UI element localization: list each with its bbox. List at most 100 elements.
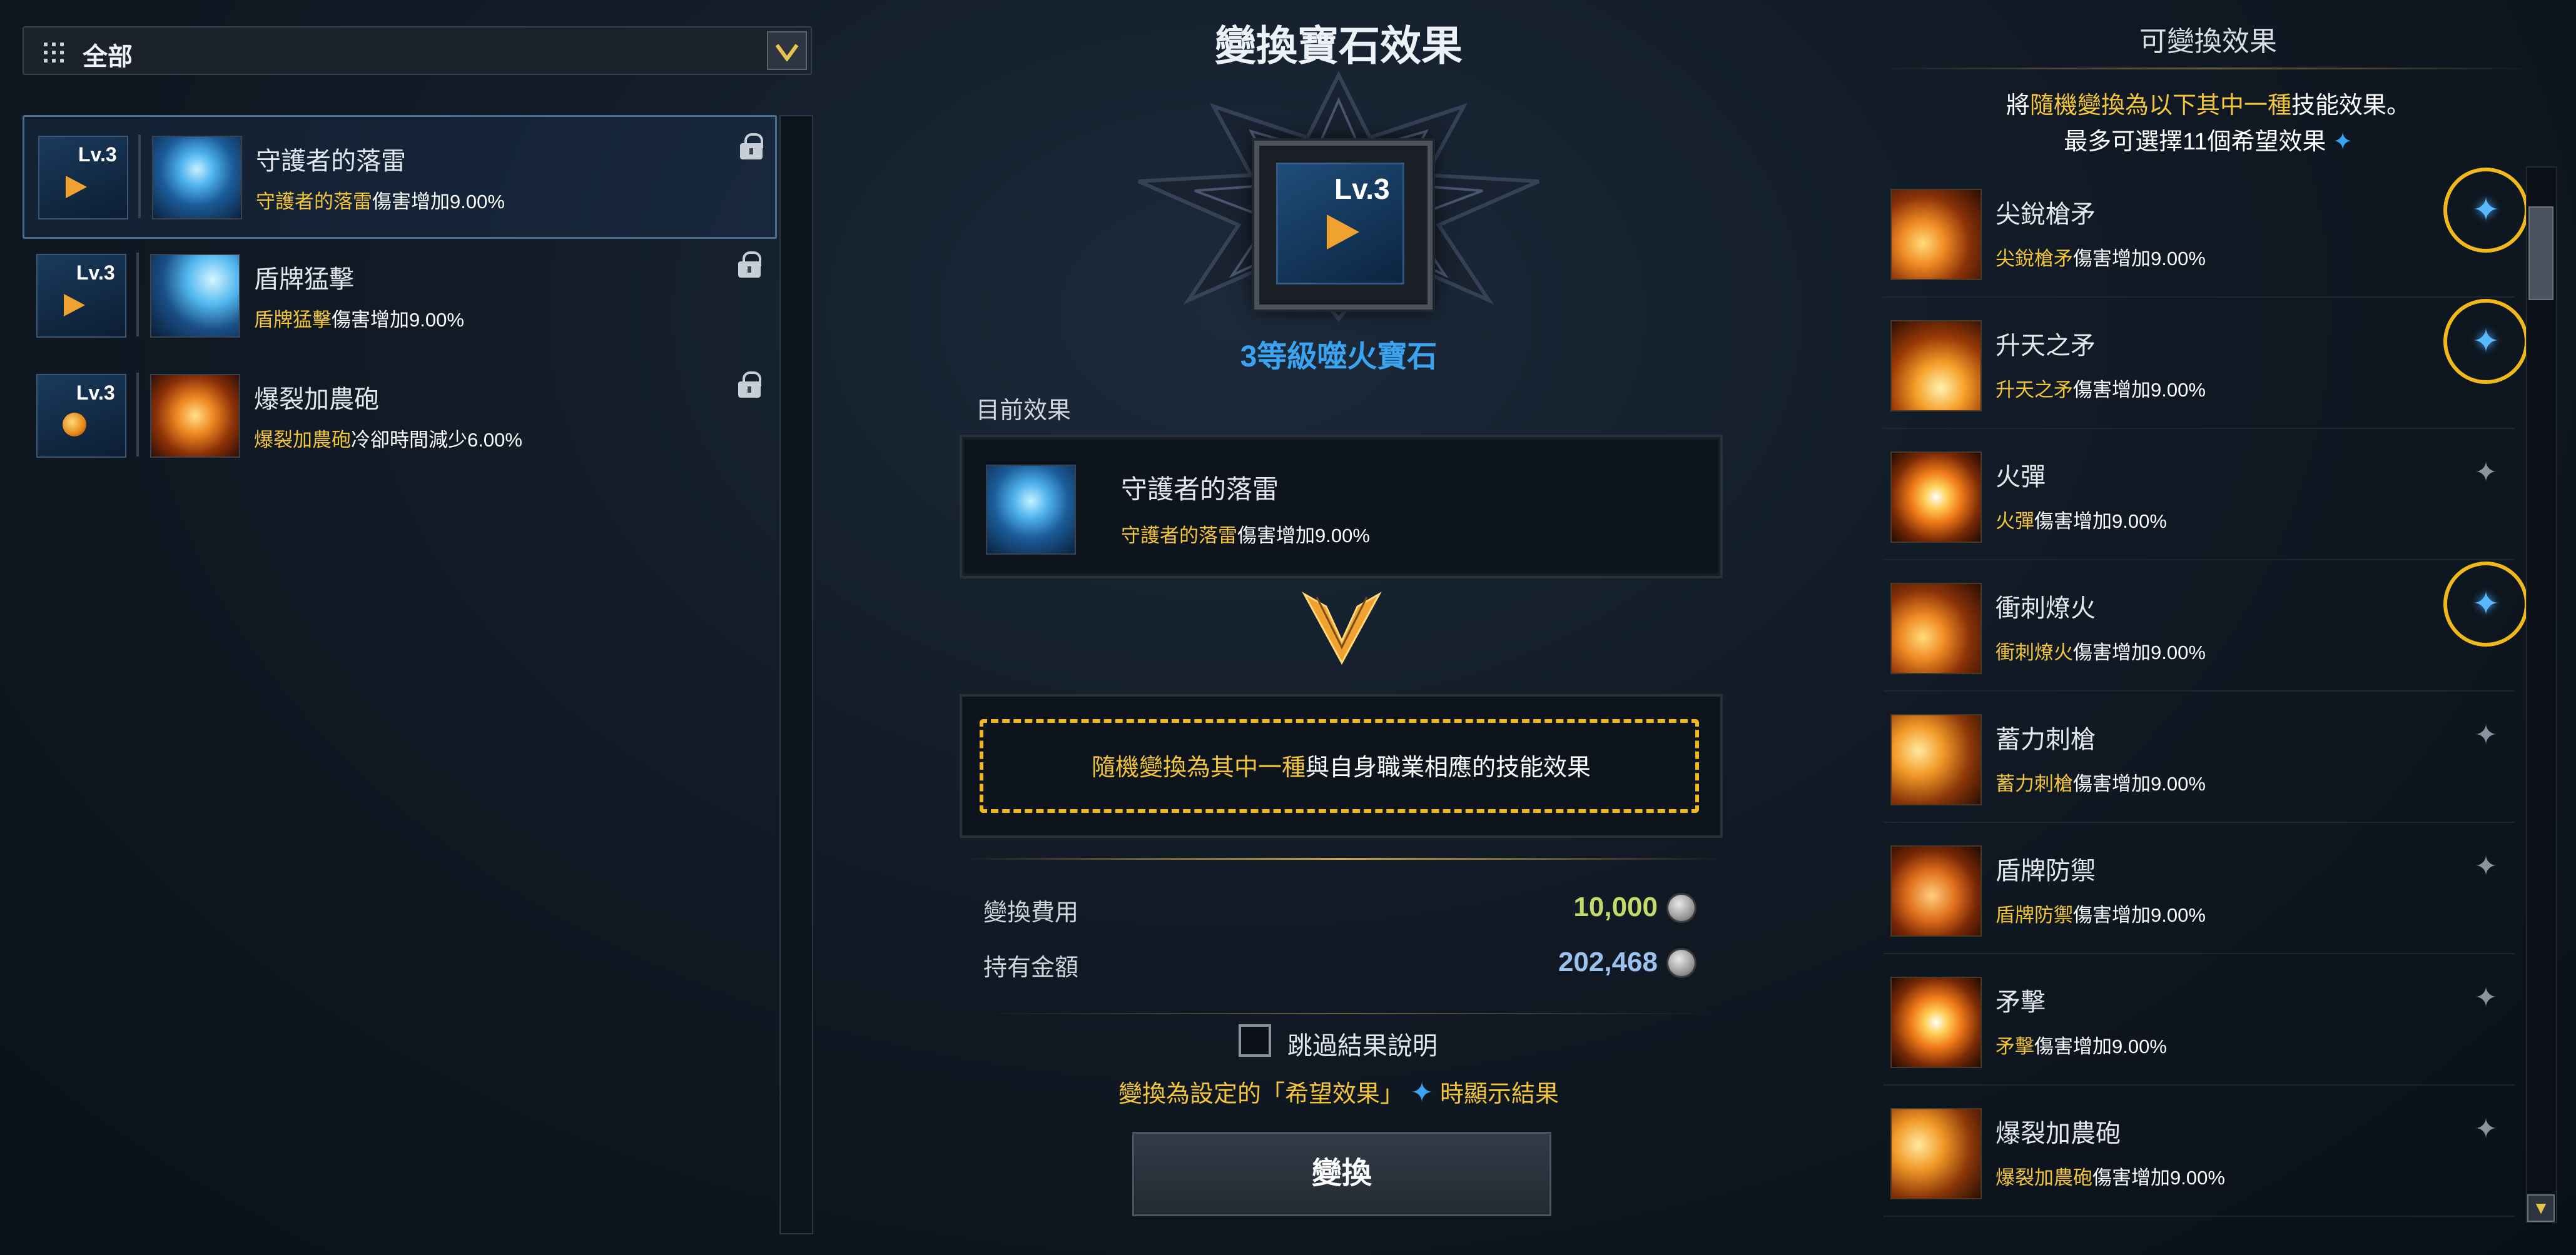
down-arrow-icon	[1302, 592, 1382, 665]
current-skill-desc: 守護者的落雷傷害增加9.00%	[1121, 520, 1370, 548]
gem-list-item[interactable]: Lv.3 爆裂加農砲 爆裂加農砲冷卻時間減少6.00%	[23, 355, 773, 475]
skill-name: 爆裂加農砲	[254, 386, 379, 413]
wish-star-button[interactable]: ✦	[2443, 168, 2528, 253]
effect-list-item[interactable]: 衝刺燎火 衝刺燎火傷害增加9.00% ✦	[1870, 560, 2528, 692]
lock-icon[interactable]	[737, 251, 762, 278]
random-effect-highlight: 隨機變換為其中一種	[1091, 755, 1306, 781]
lock-icon[interactable]	[739, 133, 764, 159]
effect-list-item[interactable]: 升天之矛 升天之矛傷害增加9.00% ✦	[1870, 298, 2528, 429]
current-skill-name: 守護者的落雷	[1121, 475, 1279, 504]
effect-desc-highlight: 蓄力刺槍	[1995, 773, 2073, 795]
wish-star-button[interactable]: ✦	[2460, 1103, 2512, 1156]
wish-star-button[interactable]: ✦	[2443, 562, 2528, 647]
effect-list-item[interactable]: 矛擊 矛擊傷害增加9.00% ✦	[1870, 954, 2527, 1086]
skill-desc-highlight: 爆裂加農砲	[254, 429, 351, 451]
skill-icon	[1890, 583, 1982, 674]
effect-name: 升天之矛	[1995, 332, 2096, 360]
held-amount-label: 持有金額	[983, 955, 1079, 981]
skip-result-checkbox[interactable]	[1239, 1024, 1271, 1057]
skill-desc: 盾牌猛擊傷害增加9.00%	[254, 304, 464, 332]
effect-desc-highlight: 升天之矛	[1995, 379, 2073, 401]
skill-desc-rest: 傷害增加9.00%	[372, 191, 505, 213]
silver-coin-icon	[1666, 948, 1696, 978]
gem-level: Lv.3	[76, 381, 115, 404]
gem-orb-icon	[63, 413, 86, 436]
wish-star-button[interactable]: ✦	[2460, 709, 2512, 762]
effect-desc-highlight: 尖銳槍矛	[1995, 248, 2073, 270]
filter-label: 全部	[83, 43, 133, 71]
wish-star-button[interactable]: ✦	[2460, 972, 2512, 1024]
filter-dropdown[interactable]: 全部	[23, 26, 812, 75]
skill-desc: 爆裂加農砲冷卻時間減少6.00%	[254, 424, 522, 452]
skill-name: 守護者的落雷	[256, 148, 406, 175]
gem-list-item[interactable]: Lv.3 守護者的落雷守護者的落雷傷害增加9.00%	[23, 115, 777, 239]
effect-list-scrollbar[interactable]	[2526, 166, 2557, 1223]
skill-icon	[1890, 977, 1982, 1068]
effect-name: 盾牌防禦	[1995, 857, 2096, 885]
random-effect-text: 隨機變換為其中一種與自身職業相應的技能效果	[962, 748, 1720, 782]
effect-desc-highlight: 火彈	[1995, 510, 2034, 532]
skip-result-label[interactable]: 跳過結果說明	[1287, 1026, 1438, 1062]
intro-suffix: 技能效果。	[2291, 93, 2411, 119]
wish-star-icon: ✦	[2474, 1114, 2498, 1144]
skill-icon	[1890, 189, 1982, 280]
effect-name: 火彈	[1995, 463, 2046, 491]
scroll-down-icon[interactable]: ▼	[2527, 1194, 2555, 1222]
gem-list-item[interactable]: Lv.3 盾牌猛擊 盾牌猛擊傷害增加9.00%	[23, 235, 773, 355]
effect-name: 蓄力刺槍	[1995, 726, 2096, 754]
lock-icon[interactable]	[737, 371, 762, 398]
separator	[138, 134, 141, 218]
divider	[1877, 68, 2540, 69]
transform-button[interactable]: 變換	[1132, 1132, 1551, 1216]
skill-desc: 守護者的落雷傷害增加9.00%	[256, 186, 505, 214]
gem-list-scrollbar[interactable]	[779, 115, 813, 1234]
gem-arrow-icon	[66, 176, 87, 198]
separator	[136, 253, 139, 336]
skill-icon	[152, 136, 242, 219]
effect-desc-highlight: 衝刺燎火	[1995, 642, 2073, 663]
effect-desc-highlight: 爆裂加農砲	[1995, 1167, 2092, 1189]
effect-list-item[interactable]: 盾牌防禦盾牌防禦傷害增加9.00% ✦	[1870, 823, 2527, 954]
effect-desc-rest: 傷害增加9.00%	[2034, 1036, 2167, 1057]
intro-line-2: 最多可選擇11個希望效果 ✦	[1877, 124, 2540, 160]
random-effect-rest: 與自身職業相應的技能效果	[1306, 755, 1591, 781]
silver-coin-icon	[1666, 893, 1696, 923]
random-effect-box: 隨機變換為其中一種與自身職業相應的技能效果	[960, 694, 1723, 838]
effect-desc-rest: 傷害增加9.00%	[2073, 248, 2206, 270]
note-suffix: 時顯示結果	[1440, 1081, 1559, 1107]
wish-star-icon: ✦	[2472, 323, 2500, 360]
wish-star-icon: ✦	[2474, 720, 2498, 750]
wish-star-icon: ✦	[2474, 982, 2498, 1013]
skill-icon	[1890, 845, 1982, 937]
current-skill-desc-highlight: 守護者的落雷	[1121, 525, 1237, 547]
cost-value: 10,000	[1573, 892, 1658, 922]
effect-name: 衝刺燎火	[1995, 595, 2096, 622]
effect-desc: 衝刺燎火傷害增加9.00%	[1995, 637, 2206, 665]
gem-level: Lv.3	[78, 143, 117, 166]
skill-icon	[150, 374, 240, 458]
scrollbar-thumb[interactable]	[2528, 206, 2553, 300]
note-prefix: 變換為設定的「希望效果」	[1118, 1081, 1404, 1107]
effect-list-item[interactable]: 火彈 火彈傷害增加9.00% ✦	[1870, 429, 2527, 560]
effect-list-item[interactable]: 爆裂加農砲 爆裂加農砲傷害增加9.00% ✦	[1870, 1086, 2527, 1217]
effect-list-item[interactable]: 蓄力刺槍 蓄力刺槍傷害增加9.00% ✦	[1870, 692, 2527, 823]
wish-star-button[interactable]: ✦	[2460, 446, 2512, 499]
current-effect-label: 目前效果	[976, 398, 1072, 424]
effect-list: 尖銳槍矛 尖銳槍矛傷害增加9.00% ✦ 升天之矛 升天之矛傷害增加9.00% ✦ 火彈 火彈…	[1870, 166, 2528, 1223]
effect-list-item[interactable]: 尖銳槍矛 尖銳槍矛傷害增加9.00% ✦	[1870, 166, 2528, 298]
intro-prefix: 將	[2006, 93, 2030, 119]
effect-desc-highlight: 矛擊	[1995, 1036, 2034, 1057]
gem-name: 3等級噬火寶石	[1240, 340, 1438, 373]
wish-star-button[interactable]: ✦	[2460, 840, 2512, 893]
wish-star-icon: ✦	[1410, 1077, 1434, 1108]
wish-star-icon: ✦	[2474, 457, 2498, 488]
separator	[136, 373, 139, 456]
wish-star-button[interactable]: ✦	[2443, 299, 2528, 384]
effect-desc: 盾牌防禦傷害增加9.00%	[1995, 899, 2206, 927]
effect-desc: 火彈傷害增加9.00%	[1995, 505, 2167, 533]
effect-name: 爆裂加農砲	[1995, 1120, 2121, 1147]
current-skill-desc-rest: 傷害增加9.00%	[1237, 525, 1370, 547]
effect-desc: 爆裂加農砲傷害增加9.00%	[1995, 1162, 2225, 1190]
chevron-down-icon[interactable]	[767, 31, 807, 70]
current-effect-box: 守護者的落雷 守護者的落雷傷害增加9.00%	[960, 435, 1723, 578]
